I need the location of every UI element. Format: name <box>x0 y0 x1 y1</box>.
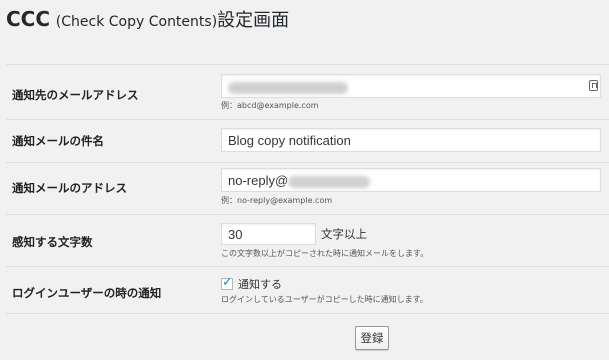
login-notify-label: ログインユーザーの時の通知 <box>12 286 162 300</box>
min-chars-unit: 文字以上 <box>321 227 367 241</box>
page-title: CCC (Check Copy Contents)設定画面 <box>6 6 289 32</box>
notify-email-label: 通知先のメールアドレス <box>12 88 139 102</box>
page-title-suffix: 設定画面 <box>217 10 290 31</box>
page-title-paren: (Check Copy Contents) <box>55 14 218 30</box>
login-notify-hint: ログインしているユーザーがコピーした時に通知します。 <box>221 295 428 304</box>
login-notify-checkbox[interactable]: ✓ <box>221 275 233 290</box>
divider <box>6 266 609 267</box>
contact-card-icon[interactable] <box>589 80 598 91</box>
divider <box>6 64 609 65</box>
page-title-main: CCC <box>6 7 51 31</box>
notify-email-hint: 例：abcd@example.com <box>221 101 319 110</box>
divider <box>6 214 609 215</box>
submit-button[interactable]: 登録 <box>355 326 389 350</box>
from-address-prefix: no-reply@ <box>228 173 289 188</box>
login-notify-checkbox-label[interactable]: 通知する <box>238 276 282 292</box>
from-address-input[interactable]: no-reply@ <box>221 168 601 192</box>
min-chars-input[interactable]: 30 <box>221 223 316 245</box>
checkmark-icon: ✓ <box>222 275 233 290</box>
from-address-label: 通知メールのアドレス <box>12 181 127 195</box>
divider <box>6 119 609 120</box>
subject-input[interactable]: Blog copy notification <box>221 128 601 152</box>
redacted-domain <box>288 175 371 188</box>
from-address-hint: 例：no-reply@example.com <box>221 196 333 205</box>
min-chars-hint: この文字数以上がコピーされた時に通知メールをします。 <box>221 249 429 258</box>
notify-email-input[interactable] <box>221 74 601 98</box>
min-chars-label: 感知する文字数 <box>12 235 93 249</box>
redacted-email <box>228 81 348 94</box>
divider <box>6 162 609 163</box>
divider <box>6 313 609 314</box>
subject-label: 通知メールの件名 <box>12 134 104 148</box>
